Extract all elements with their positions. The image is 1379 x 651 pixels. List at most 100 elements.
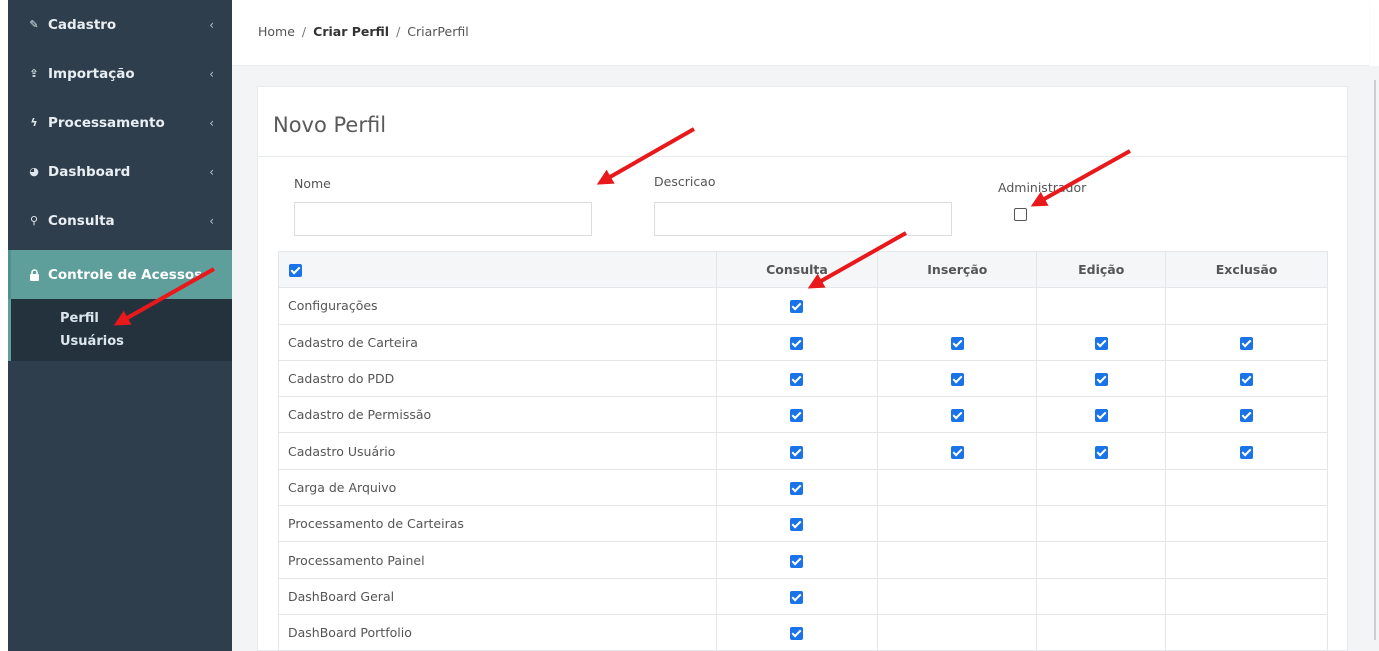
cell-edicao (1036, 613, 1167, 651)
column-header-insercao: Inserção (877, 250, 1038, 289)
administrador-label: Administrador (998, 180, 1087, 195)
cell-insercao (877, 396, 1038, 434)
cell-insercao (877, 613, 1038, 651)
edicao-checkbox[interactable] (1094, 336, 1108, 350)
permission-name: Carga de Arquivo (278, 468, 717, 507)
sidebar-item-consulta[interactable]: ⚲ Consulta ‹ (8, 196, 232, 245)
breadcrumb-separator: / (396, 24, 401, 39)
sidebar-item-importacao[interactable]: ⇪ Importação ‹ (8, 49, 232, 98)
permission-name: Processamento Painel (278, 541, 717, 579)
edicao-checkbox[interactable] (1094, 409, 1108, 423)
cell-insercao (877, 323, 1038, 361)
cell-insercao (877, 468, 1038, 507)
table-row: Configurações (278, 287, 1328, 325)
cell-insercao (877, 577, 1038, 615)
cell-edicao (1036, 468, 1167, 507)
descricao-label: Descricao (654, 174, 716, 189)
edicao-checkbox[interactable] (1094, 445, 1108, 459)
select-all-checkbox[interactable] (289, 264, 302, 278)
cell-insercao (877, 505, 1038, 543)
cell-consulta (715, 396, 879, 434)
breadcrumb: Home / Criar Perfil / CriarPerfil (258, 24, 469, 39)
insercao-checkbox[interactable] (950, 373, 964, 387)
chevron-left-icon: ‹ (209, 66, 214, 81)
cell-edicao (1036, 577, 1167, 615)
exclusao-checkbox[interactable] (1240, 409, 1254, 423)
consulta-checkbox[interactable] (790, 590, 804, 604)
consulta-checkbox[interactable] (790, 518, 804, 532)
breadcrumb-separator: / (301, 24, 307, 39)
breadcrumb-home[interactable]: Home (258, 24, 295, 39)
cell-exclusao (1165, 613, 1328, 651)
sidebar-item-controle-de-acessos[interactable]: Controle de Acessos (8, 250, 232, 299)
permission-name: Configurações (278, 287, 717, 325)
table-row: Processamento Painel (278, 541, 1328, 579)
consulta-checkbox[interactable] (790, 300, 804, 314)
profile-form-panel: Novo Perfil Nome Descricao Administrador… (257, 86, 1348, 651)
permission-name: Cadastro de Carteira (278, 323, 717, 361)
cell-exclusao (1165, 541, 1328, 579)
cell-exclusao (1165, 323, 1328, 361)
descricao-input[interactable] (654, 202, 952, 236)
insercao-checkbox[interactable] (950, 445, 964, 459)
permission-name: DashBoard Portfolio (278, 613, 717, 651)
divider (258, 156, 1347, 157)
cell-insercao (877, 541, 1038, 579)
cell-exclusao (1165, 432, 1328, 470)
consulta-checkbox[interactable] (790, 373, 804, 387)
cell-exclusao (1165, 359, 1328, 398)
cell-exclusao (1165, 577, 1328, 615)
binoculars-icon: ⚲ (29, 214, 39, 227)
column-header-edicao: Edição (1036, 250, 1167, 289)
consulta-checkbox[interactable] (790, 409, 804, 423)
cell-insercao (877, 432, 1038, 470)
cell-consulta (715, 613, 879, 651)
consulta-checkbox[interactable] (790, 445, 804, 459)
page-title: Novo Perfil (273, 113, 387, 137)
sidebar-item-cadastro[interactable]: ✎ Cadastro ‹ (8, 0, 232, 49)
select-all-header (278, 250, 717, 289)
sidebar-item-label: Importação (48, 65, 135, 82)
cell-edicao (1036, 323, 1167, 361)
table-row: Processamento de Carteiras (278, 505, 1328, 543)
cell-edicao (1036, 396, 1167, 434)
lock-icon (28, 268, 40, 281)
cell-exclusao (1165, 468, 1328, 507)
consulta-checkbox[interactable] (790, 627, 804, 641)
sidebar-item-dashboard[interactable]: ◕ Dashboard ‹ (8, 147, 232, 196)
cell-edicao (1036, 541, 1167, 579)
insercao-checkbox[interactable] (950, 409, 964, 423)
consulta-checkbox[interactable] (790, 554, 804, 568)
bolt-icon: ϟ (30, 116, 38, 129)
column-header-exclusao: Exclusão (1165, 250, 1328, 289)
sidebar-subitem-perfil[interactable]: Perfil (11, 307, 232, 330)
exclusao-checkbox[interactable] (1240, 445, 1254, 459)
breadcrumb-criar-perfil[interactable]: Criar Perfil (313, 24, 389, 39)
cell-edicao (1036, 359, 1167, 398)
pie-chart-icon: ◕ (29, 165, 39, 178)
nome-input[interactable] (294, 202, 592, 236)
scrollbar-thumb[interactable] (1374, 80, 1376, 640)
sidebar-subitem-usuarios[interactable]: Usuários (11, 330, 232, 353)
column-header-consulta: Consulta (715, 250, 879, 289)
table-row: Cadastro Usuário (278, 432, 1328, 470)
insercao-checkbox[interactable] (950, 336, 964, 350)
exclusao-checkbox[interactable] (1240, 373, 1254, 387)
table-row: DashBoard Geral (278, 577, 1328, 615)
table-header-row: Consulta Inserção Edição Exclusão (278, 250, 1328, 289)
cell-consulta (715, 287, 879, 325)
table-row: Carga de Arquivo (278, 468, 1328, 507)
sidebar-item-processamento[interactable]: ϟ Processamento ‹ (8, 98, 232, 147)
cell-consulta (715, 432, 879, 470)
chevron-left-icon: ‹ (209, 164, 214, 179)
edicao-checkbox[interactable] (1094, 373, 1108, 387)
permissions-table: Consulta Inserção Edição Exclusão Config… (278, 250, 1328, 651)
permission-name: Cadastro de Permissão (278, 396, 717, 434)
consulta-checkbox[interactable] (790, 336, 804, 350)
sidebar-item-label: Processamento (48, 114, 165, 131)
top-bar: Home / Criar Perfil / CriarPerfil (232, 0, 1369, 66)
exclusao-checkbox[interactable] (1240, 336, 1254, 350)
administrador-checkbox[interactable] (1014, 208, 1027, 221)
cell-consulta (715, 577, 879, 615)
consulta-checkbox[interactable] (790, 481, 804, 495)
